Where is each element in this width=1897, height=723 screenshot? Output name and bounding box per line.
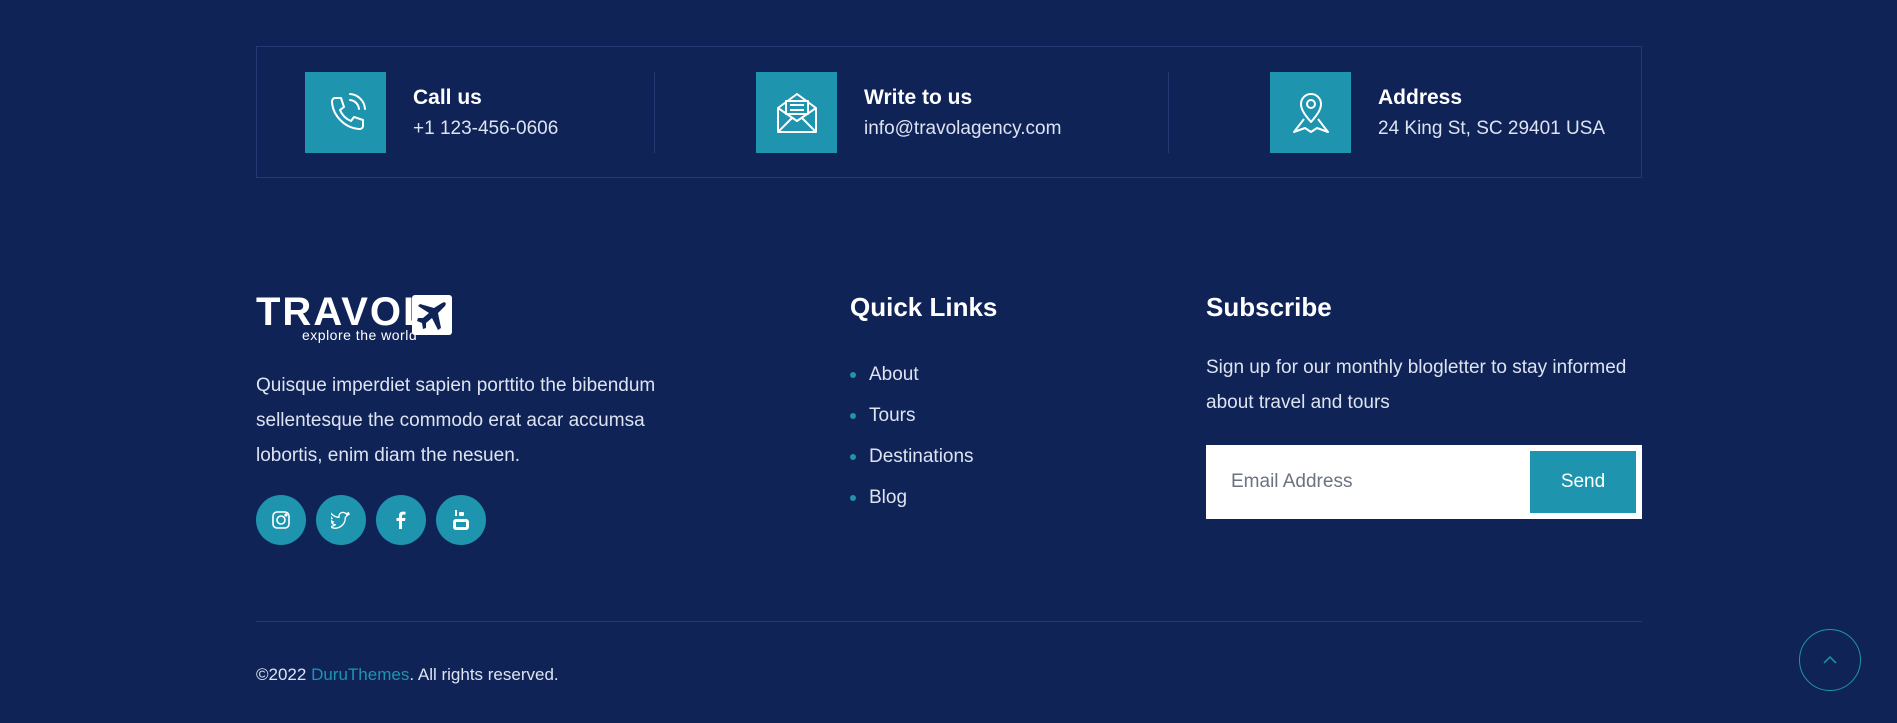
contact-address: Address 24 King St, SC 29401 USA — [1270, 72, 1605, 153]
subscribe-heading: Subscribe — [1206, 292, 1332, 322]
quick-link-destinations[interactable]: Destinations — [850, 436, 974, 477]
divider — [654, 72, 655, 153]
airplane-icon — [412, 295, 452, 335]
divider — [1168, 72, 1169, 153]
logo[interactable]: TRAVOL explore the world — [256, 292, 456, 344]
contact-write-value[interactable]: info@travolagency.com — [864, 119, 1061, 138]
contact-call-value[interactable]: +1 123-456-0606 — [413, 119, 558, 138]
quick-link-label[interactable]: Destinations — [869, 446, 974, 468]
bullet — [850, 494, 856, 501]
map-pin-icon — [1270, 72, 1351, 153]
copyright: ©2022 DuruThemes. All rights reserved. — [256, 666, 559, 683]
contact-address-value: 24 King St, SC 29401 USA — [1378, 118, 1606, 139]
phone-icon — [305, 72, 386, 153]
mail-icon — [756, 72, 837, 153]
subscribe-form: Send — [1206, 445, 1642, 519]
logo-wordmark: TRAVOL — [256, 290, 430, 334]
contact-info-bar: Call us +1 123-456-0606 Write to us info… — [256, 46, 1642, 178]
quick-links-list: About Tours Destinations Blog — [850, 354, 974, 518]
quick-links-heading: Quick Links — [850, 292, 998, 322]
copyright-prefix: ©2022 — [256, 665, 312, 684]
bullet — [850, 371, 856, 378]
email-input[interactable] — [1206, 445, 1526, 519]
instagram-icon[interactable] — [256, 495, 306, 545]
contact-address-title: Address — [1378, 86, 1463, 109]
facebook-icon[interactable] — [376, 495, 426, 545]
quick-link-about[interactable]: About — [850, 354, 974, 395]
bullet — [850, 453, 856, 460]
contact-write-title: Write to us — [864, 86, 973, 109]
scroll-to-top-button[interactable] — [1799, 629, 1861, 691]
footer-divider — [256, 621, 1642, 622]
company-link[interactable]: DuruThemes — [311, 665, 409, 684]
bullet — [850, 412, 856, 419]
contact-call: Call us +1 123-456-0606 — [305, 72, 558, 153]
quick-link-label[interactable]: About — [869, 364, 919, 386]
contact-call-title: Call us — [413, 86, 482, 109]
subscribe-description: Sign up for our monthly blogletter to st… — [1206, 357, 1627, 413]
quick-link-label[interactable]: Blog — [869, 487, 907, 509]
copyright-suffix: . All rights reserved. — [409, 665, 559, 684]
send-button[interactable]: Send — [1530, 451, 1636, 513]
logo-tagline: explore the world — [302, 327, 418, 343]
quick-link-label[interactable]: Tours — [869, 405, 915, 427]
about-description: Quisque imperdiet sapien porttito the bi… — [256, 375, 656, 466]
twitter-icon[interactable] — [316, 495, 366, 545]
quick-link-tours[interactable]: Tours — [850, 395, 974, 436]
quick-link-blog[interactable]: Blog — [850, 477, 974, 518]
chevron-up-icon — [1823, 655, 1837, 664]
youtube-icon[interactable] — [436, 495, 486, 545]
contact-write: Write to us info@travolagency.com — [756, 72, 1061, 153]
social-links — [256, 495, 486, 545]
